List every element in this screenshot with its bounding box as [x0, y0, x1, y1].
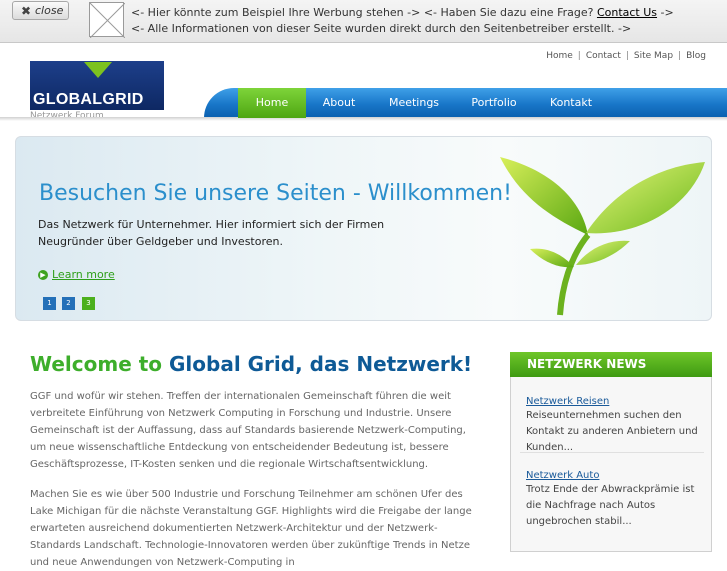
intro-paragraph: GGF und wofür wir stehen. Treffen der in…: [30, 391, 466, 470]
close-button[interactable]: ✖ close: [12, 1, 69, 20]
slide-dot-3[interactable]: 3: [82, 297, 95, 310]
top-link-blog[interactable]: Blog: [686, 51, 706, 61]
news-text-auto: Trotz Ende der Abwrackprämie ist die Nac…: [526, 484, 695, 527]
news-heading: NETZWERK NEWS: [510, 352, 712, 377]
arrow-right-icon: ▶: [38, 270, 48, 280]
news-text-reisen: Reiseunternehmen suchen den Kontakt zu a…: [526, 410, 698, 453]
separator: |: [577, 51, 581, 61]
ad-text-prefix: <- Hier könnte zum Beispiel Ihre Werbung…: [131, 6, 594, 19]
top-link-home[interactable]: Home: [546, 51, 573, 61]
ad-text-line-1: <- Hier könnte zum Beispiel Ihre Werbung…: [131, 6, 674, 19]
top-link-site-map[interactable]: Site Map: [634, 51, 673, 61]
ad-image-placeholder: [89, 2, 125, 38]
separator: |: [678, 51, 682, 61]
hero-title: Besuchen Sie unsere Seiten - Willkommen!: [39, 181, 512, 206]
close-icon: ✖: [21, 4, 32, 18]
nav-item-kontakt[interactable]: Kontakt: [540, 88, 602, 118]
news-divider: [520, 452, 704, 453]
learn-more-link[interactable]: ▶ Learn more: [38, 268, 115, 281]
event-paragraph: Machen Sie es wie über 500 Industrie und…: [30, 489, 472, 568]
plant-sprout-image: [500, 157, 705, 316]
nav-item-meetings[interactable]: Meetings: [376, 88, 452, 118]
logo-chevron-icon: [84, 62, 112, 78]
nav-item-home[interactable]: Home: [238, 88, 306, 118]
news-link-reisen[interactable]: Netzwerk Reisen: [526, 396, 609, 407]
contact-us-link[interactable]: Contact Us: [597, 6, 657, 19]
separator: |: [625, 51, 629, 61]
news-link-auto[interactable]: Netzwerk Auto: [526, 470, 599, 481]
slide-dot-1[interactable]: 1: [43, 297, 56, 310]
ad-text-suffix: ->: [660, 6, 674, 19]
top-links: Home | Contact | Site Map | Blog: [546, 51, 706, 61]
learn-more-label: Learn more: [52, 268, 115, 281]
top-link-contact[interactable]: Contact: [586, 51, 621, 61]
welcome-heading-blue: Global Grid, das Netzwerk!: [169, 352, 473, 376]
nav-item-about[interactable]: About: [308, 88, 370, 118]
hero-text: Das Netzwerk für Unternehmer. Hier infor…: [38, 218, 385, 248]
nav-item-portfolio[interactable]: Portfolio: [460, 88, 528, 118]
logo-text: GLOBALGRID: [33, 91, 144, 108]
close-label: close: [35, 4, 64, 17]
welcome-heading-green: Welcome to: [30, 352, 163, 376]
slide-dot-2[interactable]: 2: [62, 297, 75, 310]
ad-text-line-2: <- Alle Informationen von dieser Seite w…: [131, 22, 632, 35]
welcome-heading: Welcome to Global Grid, das Netzwerk!: [30, 352, 472, 376]
